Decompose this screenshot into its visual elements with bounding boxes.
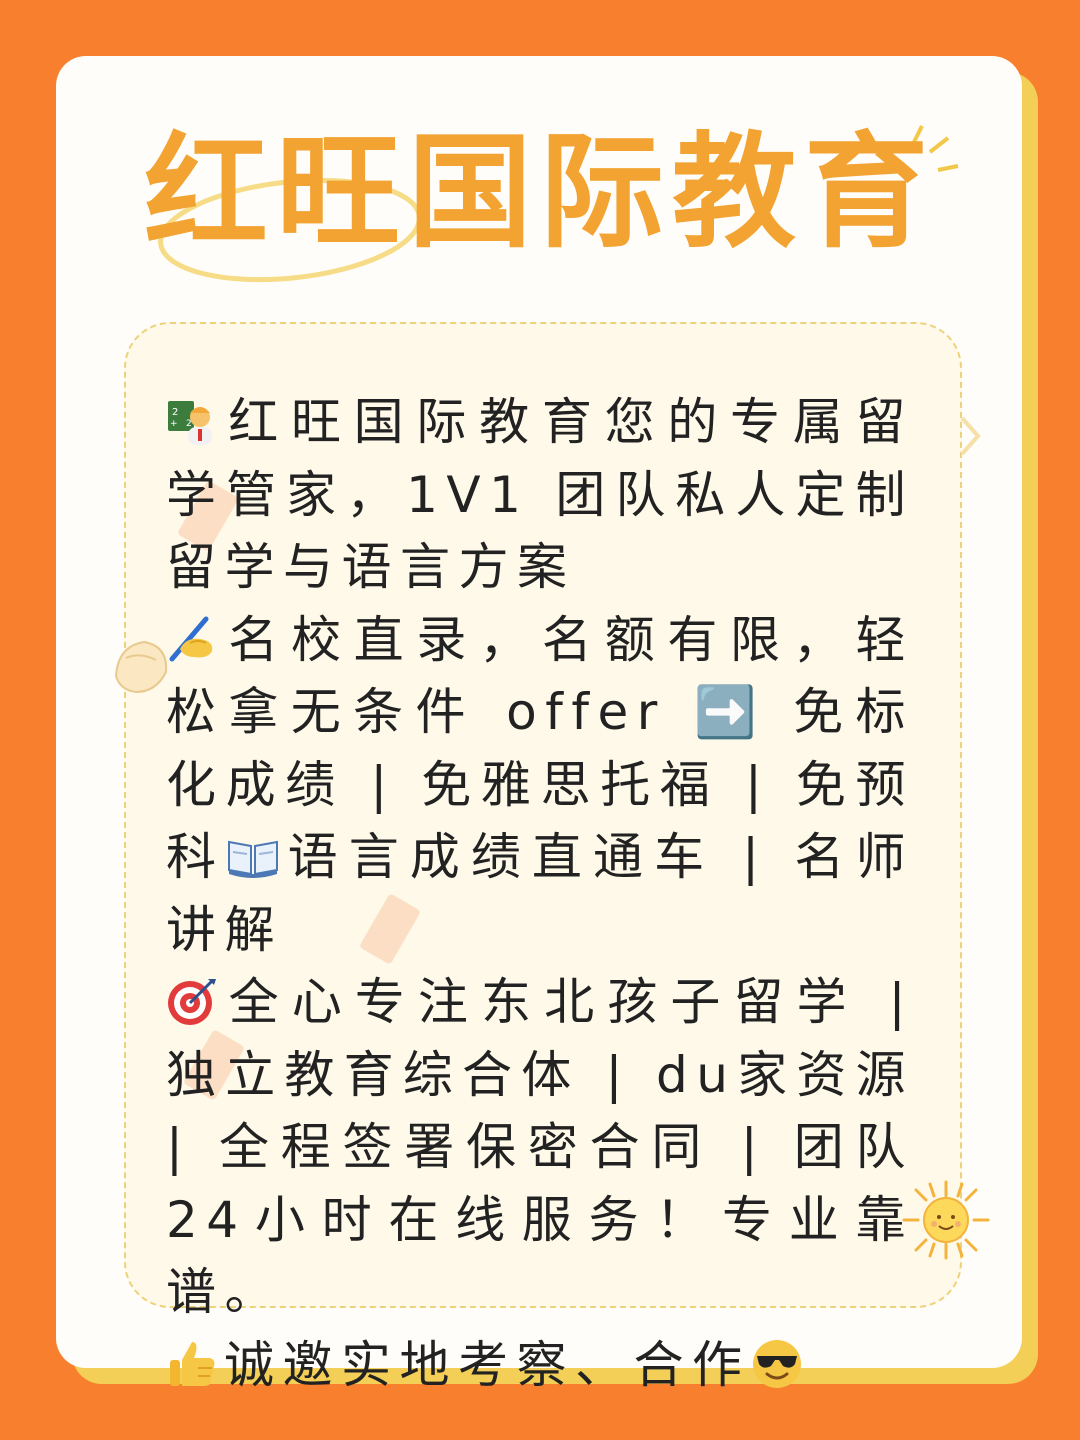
paragraph-intro: 2 +2 红旺国际教育您的专属留学管家，1V1 团队私人定制留学与语言方案 xyxy=(166,386,914,604)
paragraph-invite-text: 诚邀实地考察、合作 xyxy=(224,1335,751,1394)
sunglasses-face-icon xyxy=(751,1338,803,1390)
paragraph-service-text: 全心专注东北孩子留学 | 独立教育综合体 | du家资源 | 全程签署保密合同 … xyxy=(166,973,914,1321)
paragraph-offer: 名校直录，名额有限，轻松拿无条件 offer ➡️ 免标化成绩 | 免雅思托福 … xyxy=(166,604,914,967)
thumbs-up-icon xyxy=(166,1338,218,1390)
paragraph-invite: 诚邀实地考察、合作 xyxy=(166,1329,914,1402)
page-title: 红旺国际教育 xyxy=(143,121,936,265)
arrow-decoration xyxy=(960,416,981,456)
paragraph-intro-text: 红旺国际教育您的专属留学管家，1V1 团队私人定制留学与语言方案 xyxy=(166,393,914,596)
teacher-icon: 2 +2 xyxy=(166,395,218,447)
open-book-icon xyxy=(227,830,279,882)
dumpling-decoration xyxy=(114,640,168,694)
paragraph-service: 全心专注东北孩子留学 | 独立教育综合体 | du家资源 | 全程签署保密合同 … xyxy=(166,966,914,1329)
svg-text:2: 2 xyxy=(172,407,187,418)
writing-hand-icon xyxy=(166,613,218,665)
title-area: 红旺国际教育 xyxy=(0,118,1080,283)
bullseye-icon xyxy=(166,975,218,1027)
content-text: 2 +2 红旺国际教育您的专属留学管家，1V1 团队私人定制留学与语言方案 名校… xyxy=(166,386,914,1401)
